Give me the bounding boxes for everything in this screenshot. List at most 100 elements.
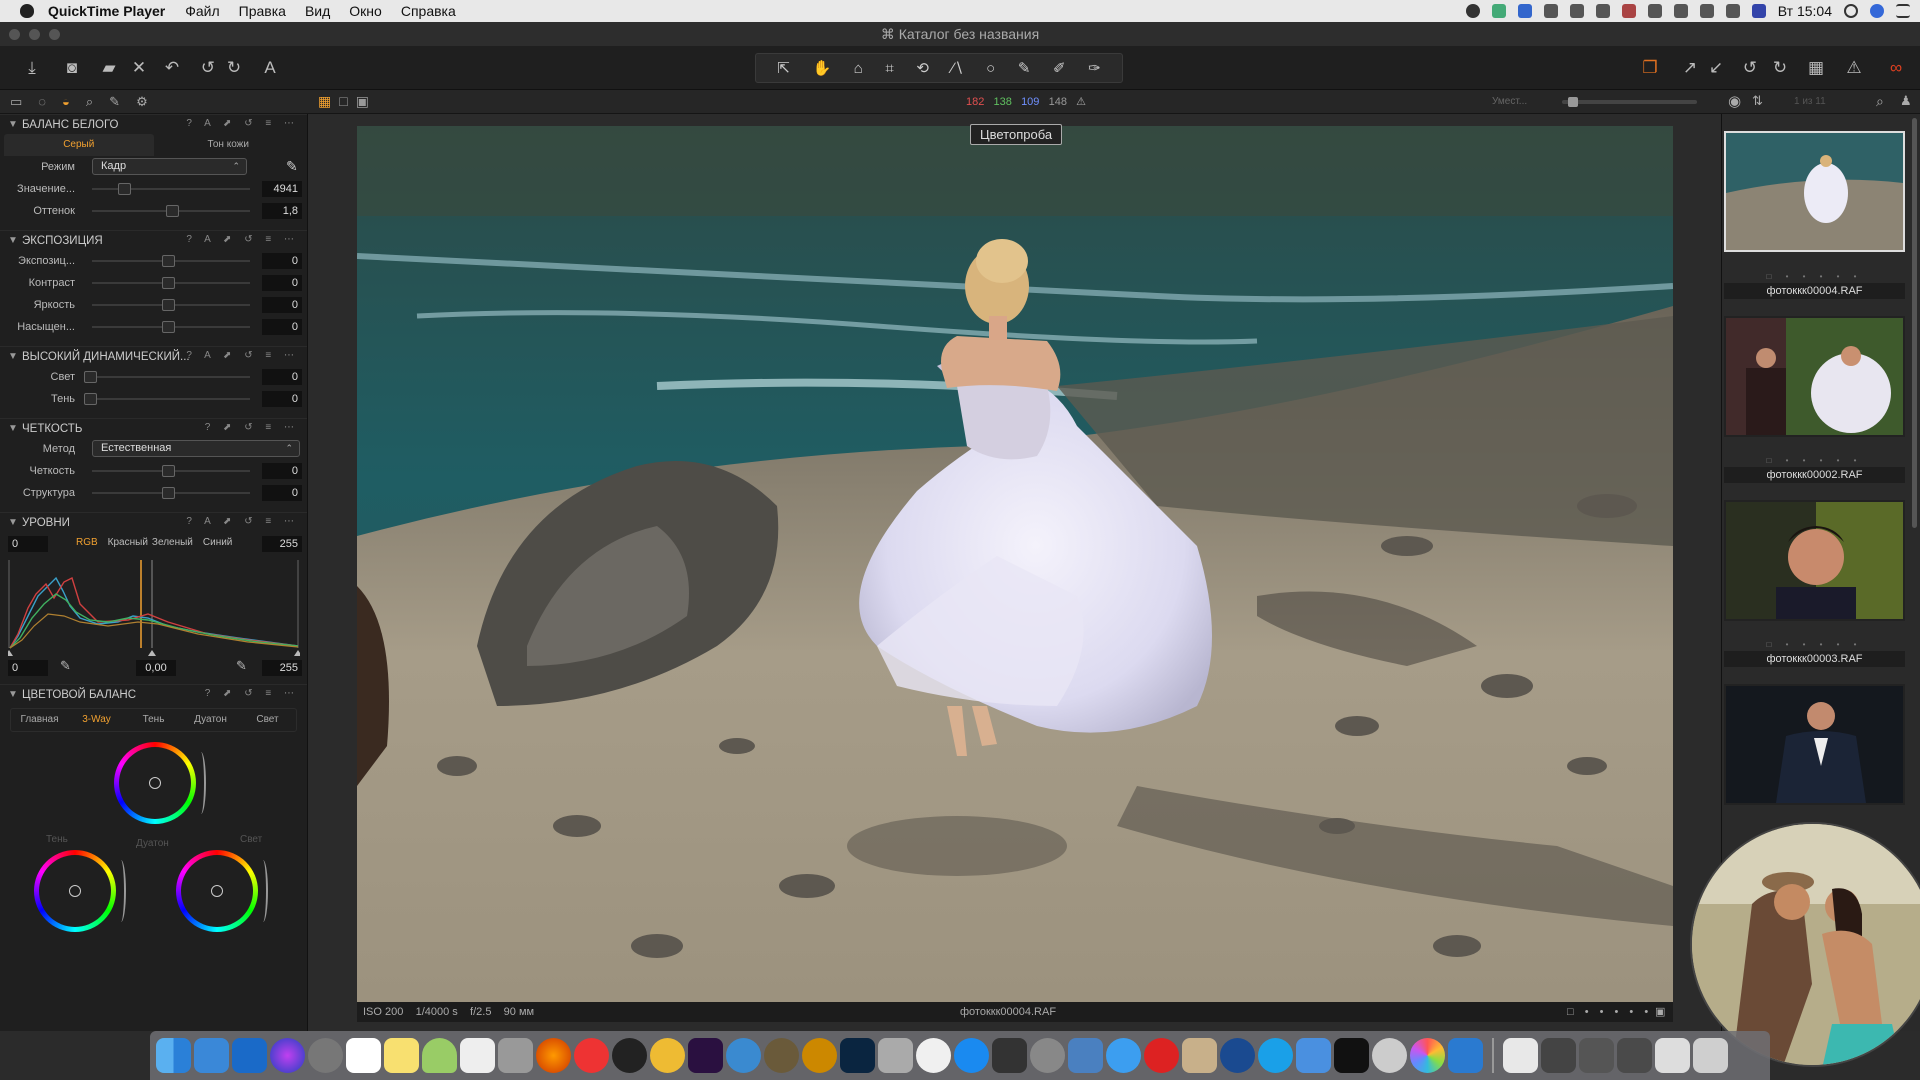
terminal-icon[interactable] bbox=[1334, 1038, 1369, 1073]
clarity-field[interactable]: 0 bbox=[262, 463, 302, 479]
close-window-button[interactable] bbox=[9, 29, 20, 40]
grid-icon[interactable]: ▦ bbox=[1804, 56, 1828, 80]
tab-skin-tone[interactable]: Тон кожи bbox=[154, 134, 304, 156]
skype-icon[interactable] bbox=[1258, 1038, 1293, 1073]
thumbnail-2[interactable] bbox=[1724, 316, 1905, 437]
folder-icon[interactable]: ▰ bbox=[97, 56, 121, 80]
printer-icon[interactable] bbox=[1655, 1038, 1690, 1073]
section-tools-icon[interactable]: ? ⬈ ↺ ≡ ⋯ bbox=[205, 688, 299, 699]
tray-app-icon[interactable] bbox=[1621, 4, 1636, 18]
highlight-track[interactable] bbox=[92, 376, 250, 378]
clarity-header[interactable]: ▼ ЧЕТКОСТЬ ? ⬈ ↺ ≡ ⋯ bbox=[0, 418, 307, 438]
sq-app-icon[interactable] bbox=[650, 1038, 685, 1073]
tab-duotone[interactable]: Дуатон bbox=[182, 709, 239, 731]
color-balance-header[interactable]: ▼ ЦВЕТОВОЙ БАЛАНС ? ⬈ ↺ ≡ ⋯ bbox=[0, 684, 307, 704]
premiere-icon[interactable] bbox=[688, 1038, 723, 1073]
eye-icon[interactable]: ◉ bbox=[1728, 92, 1741, 110]
clipping-warning-icon[interactable]: ⚠ bbox=[1076, 96, 1086, 108]
light-color-wheel[interactable] bbox=[176, 850, 258, 932]
black-point-picker-icon[interactable]: ✎ bbox=[60, 658, 71, 674]
zoom-label[interactable]: Умест... bbox=[1492, 96, 1527, 107]
shadow-knob[interactable] bbox=[84, 393, 97, 405]
crop-tool-icon[interactable]: ⌗ bbox=[885, 60, 893, 77]
siri-icon[interactable] bbox=[1870, 4, 1884, 18]
eject-icon[interactable] bbox=[1699, 4, 1714, 18]
thumbnail-4[interactable] bbox=[1724, 684, 1905, 805]
section-tools-icon[interactable]: ? ⬈ ↺ ≡ ⋯ bbox=[205, 422, 299, 433]
wb-value-track[interactable] bbox=[92, 188, 250, 190]
brightness-field[interactable]: 0 bbox=[262, 297, 302, 313]
section-tools-icon[interactable]: ? A ⬈ ↺ ≡ ⋯ bbox=[186, 234, 299, 245]
desktop-folder-icon[interactable] bbox=[1617, 1038, 1652, 1073]
hdr-header[interactable]: ▼ ВЫСОКИЙ ДИНАМИЧЕСКИЙ... ? A ⬈ ↺ ≡ ⋯ bbox=[0, 346, 307, 366]
levels-output-low[interactable]: 0 bbox=[8, 660, 48, 676]
help-icon[interactable] bbox=[498, 1038, 533, 1073]
wb-tint-field[interactable]: 1,8 bbox=[262, 203, 302, 219]
sync-icon[interactable] bbox=[1595, 4, 1610, 18]
cloud-icon[interactable] bbox=[1543, 4, 1558, 18]
system-preferences-icon[interactable] bbox=[1030, 1038, 1065, 1073]
color-tab-icon[interactable]: ◒ bbox=[62, 94, 86, 109]
section-tools-icon[interactable]: ? A ⬈ ↺ ≡ ⋯ bbox=[186, 516, 299, 527]
photo-app-icon[interactable] bbox=[764, 1038, 799, 1073]
quicktime-icon[interactable] bbox=[1220, 1038, 1255, 1073]
loupe-tool-icon[interactable]: ⌂ bbox=[854, 60, 863, 77]
sync-app-icon[interactable] bbox=[232, 1038, 267, 1073]
wb-value-field[interactable]: 4941 bbox=[262, 181, 302, 197]
reset-icon[interactable]: ↶ bbox=[160, 56, 184, 80]
shadow-field[interactable]: 0 bbox=[262, 391, 302, 407]
tab-3way[interactable]: 3-Way bbox=[68, 709, 125, 731]
zoom-slider[interactable] bbox=[1562, 97, 1697, 107]
white-point-picker-icon[interactable]: ✎ bbox=[236, 658, 247, 674]
wb-value-knob[interactable] bbox=[118, 183, 132, 195]
menu-help[interactable]: Справка bbox=[401, 3, 456, 19]
firefox-icon[interactable] bbox=[536, 1038, 571, 1073]
light-point-icon[interactable] bbox=[211, 885, 223, 897]
saturation-field[interactable]: 0 bbox=[262, 319, 302, 335]
xcode-icon[interactable] bbox=[1296, 1038, 1331, 1073]
import-icon[interactable]: ⤓ bbox=[20, 56, 44, 80]
exposure-knob[interactable] bbox=[162, 255, 175, 267]
archive-icon[interactable] bbox=[1182, 1038, 1217, 1073]
shadow-track[interactable] bbox=[92, 398, 250, 400]
trash-icon[interactable] bbox=[1693, 1038, 1728, 1073]
app-status-icon[interactable] bbox=[1517, 4, 1532, 18]
dvd-player-icon[interactable] bbox=[802, 1038, 837, 1073]
thumbnail-3[interactable] bbox=[1724, 500, 1905, 621]
undo-icon[interactable]: ↺ bbox=[196, 56, 220, 80]
channel-blue[interactable]: Синий bbox=[203, 537, 233, 548]
unknown-app-icon[interactable] bbox=[878, 1038, 913, 1073]
user-status-icon[interactable] bbox=[1647, 4, 1662, 18]
filmstrip-scrollbar[interactable] bbox=[1912, 118, 1917, 528]
collapse-icon[interactable]: ↙ bbox=[1704, 56, 1728, 80]
thumbnail-1[interactable] bbox=[1724, 131, 1905, 252]
rating-stars[interactable]: □ • • • • • bbox=[1567, 1002, 1652, 1022]
text-tool-icon[interactable]: A bbox=[258, 56, 282, 80]
brightness-knob[interactable] bbox=[162, 299, 175, 311]
tab-shadow[interactable]: Тень bbox=[125, 709, 182, 731]
signal-icon[interactable] bbox=[1491, 4, 1506, 18]
onepassword-icon[interactable] bbox=[726, 1038, 761, 1073]
structure-knob[interactable] bbox=[162, 487, 175, 499]
siri-app-icon[interactable] bbox=[270, 1038, 305, 1073]
power-app-icon[interactable] bbox=[1144, 1038, 1179, 1073]
keystone-tool-icon[interactable]: ∕∖ bbox=[952, 59, 964, 77]
redo-icon[interactable]: ↻ bbox=[222, 56, 246, 80]
library-tab-icon[interactable]: ▭ bbox=[10, 94, 38, 109]
launchpad-icon[interactable] bbox=[308, 1038, 343, 1073]
section-tools-icon[interactable]: ? A ⬈ ↺ ≡ ⋯ bbox=[186, 350, 299, 361]
menu-window[interactable]: Окно bbox=[349, 3, 382, 19]
yandex-browser-icon[interactable] bbox=[574, 1038, 609, 1073]
flag-icon[interactable] bbox=[1751, 4, 1766, 18]
glasses-icon[interactable]: ∞ bbox=[1884, 56, 1908, 80]
dvd-icon[interactable] bbox=[1372, 1038, 1407, 1073]
levels-header[interactable]: ▼ УРОВНИ ? A ⬈ ↺ ≡ ⋯ bbox=[0, 512, 307, 532]
channel-rgb[interactable]: RGB bbox=[76, 537, 98, 548]
record-icon[interactable] bbox=[1465, 4, 1480, 18]
photoshop-icon[interactable] bbox=[840, 1038, 875, 1073]
shadow-color-wheel[interactable] bbox=[34, 850, 116, 932]
picker-tool-icon[interactable]: ✐ bbox=[1053, 59, 1066, 77]
rotate-right-icon[interactable]: ↻ bbox=[1768, 56, 1792, 80]
capture-one-icon[interactable] bbox=[992, 1038, 1027, 1073]
levels-output-high[interactable]: 255 bbox=[262, 660, 302, 676]
